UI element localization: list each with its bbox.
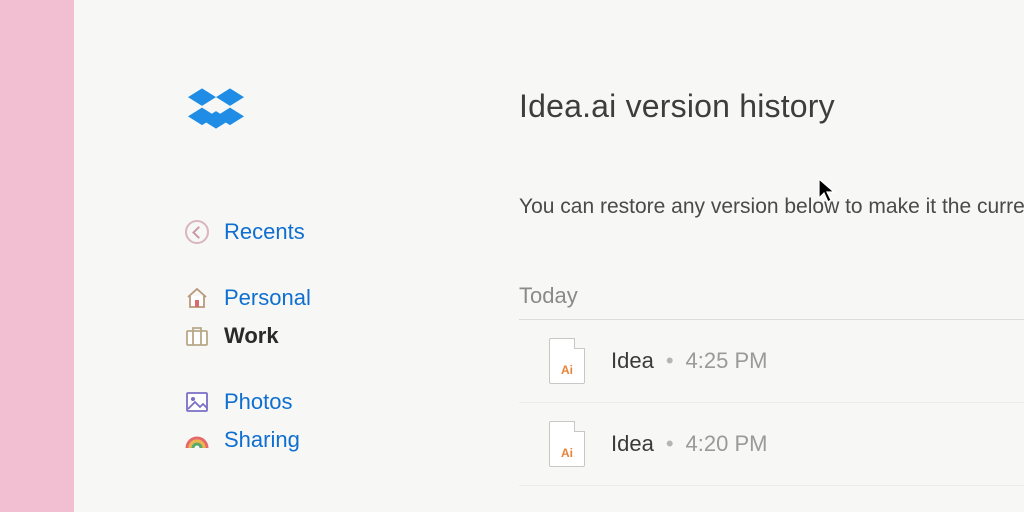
sidebar-item-label: Photos [224, 389, 293, 415]
version-row[interactable]: Ai Idea • 4:25 PM [519, 320, 1024, 403]
app-window: Recents Personal [74, 0, 1024, 512]
file-ext: Ai [561, 363, 573, 377]
version-time: 4:20 PM [686, 431, 768, 457]
sidebar-item-label: Personal [224, 285, 311, 311]
page-title: Idea.ai version history [519, 88, 1024, 125]
separator-dot: • [666, 431, 674, 457]
version-row[interactable]: Ai Idea • 4:20 PM [519, 403, 1024, 486]
briefcase-icon [184, 323, 210, 349]
sidebar-item-label: Recents [224, 219, 305, 245]
sidebar-item-recents[interactable]: Recents [184, 213, 444, 251]
sidebar-item-personal[interactable]: Personal [184, 279, 444, 317]
sidebar-item-sharing[interactable]: Sharing [184, 421, 444, 459]
version-text: Idea • 4:25 PM [611, 348, 767, 374]
sidebar-item-work[interactable]: Work [184, 317, 444, 355]
version-name: Idea [611, 348, 654, 374]
separator-dot: • [666, 348, 674, 374]
window-edge [0, 0, 74, 512]
file-ext: Ai [561, 446, 573, 460]
main-content: Idea.ai version history You can restore … [444, 88, 1024, 512]
sidebar-item-label: Sharing [224, 427, 300, 453]
dropbox-logo[interactable] [188, 88, 444, 141]
version-text: Idea • 4:20 PM [611, 431, 767, 457]
sidebar-item-photos[interactable]: Photos [184, 383, 444, 421]
version-name: Idea [611, 431, 654, 457]
section-label-today: Today [519, 283, 1024, 320]
file-ai-icon: Ai [549, 338, 585, 384]
page-description: You can restore any version below to mak… [519, 195, 1024, 219]
back-icon [184, 219, 210, 245]
rainbow-icon [184, 427, 210, 453]
nav-list: Recents Personal [184, 213, 444, 459]
version-time: 4:25 PM [686, 348, 768, 374]
sidebar: Recents Personal [184, 88, 444, 512]
photo-icon [184, 389, 210, 415]
sidebar-item-label: Work [224, 323, 279, 349]
file-ai-icon: Ai [549, 421, 585, 467]
home-icon [184, 285, 210, 311]
